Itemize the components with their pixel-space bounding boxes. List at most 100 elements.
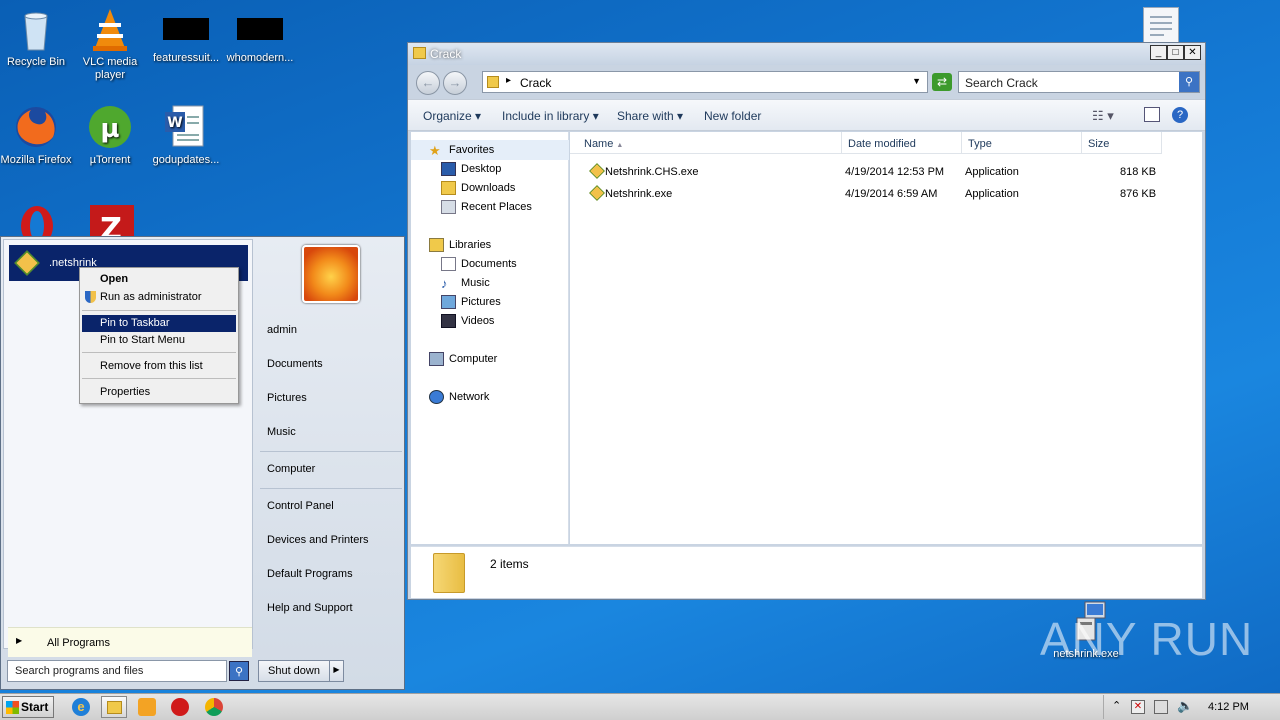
desktop-icon — [441, 162, 456, 176]
share-with-menu[interactable]: Share with ▾ — [617, 109, 683, 123]
organize-menu[interactable]: Organize ▾ — [423, 109, 481, 123]
nav-downloads[interactable]: Downloads — [441, 181, 515, 195]
nav-recent-places[interactable]: Recent Places — [441, 200, 532, 214]
videos-icon — [441, 314, 456, 328]
clock[interactable]: 4:12 PM — [1208, 701, 1249, 713]
search-input[interactable]: Search Crack ⚲ — [958, 71, 1200, 93]
maximize-button[interactable]: □ — [1167, 45, 1184, 60]
all-programs-button[interactable]: ▶ All Programs — [8, 627, 252, 657]
nav-music[interactable]: ♪ Music — [441, 276, 490, 291]
media-player-icon[interactable] — [138, 698, 156, 716]
desktop-icon-firefox[interactable]: Mozilla Firefox — [0, 104, 74, 167]
shutdown-options-arrow[interactable]: ▶ — [329, 660, 343, 682]
file-date: 4/19/2014 6:59 AM — [845, 188, 938, 200]
opera-desktop-icon[interactable] — [14, 203, 60, 236]
menu-item-open[interactable]: Open — [82, 271, 236, 288]
action-center-icon[interactable]: ✕ — [1131, 700, 1145, 714]
menu-item-pin-to-taskbar[interactable]: Pin to Taskbar — [82, 315, 236, 332]
user-avatar[interactable] — [302, 245, 360, 303]
internet-explorer-icon[interactable]: e — [72, 698, 90, 716]
start-item-music[interactable]: Music — [267, 426, 296, 438]
netshrink-program-icon — [14, 250, 40, 276]
address-box[interactable]: ▸ Crack ▼ — [482, 71, 928, 93]
start-item-documents[interactable]: Documents — [267, 358, 323, 370]
start-item-control-panel[interactable]: Control Panel — [267, 500, 334, 512]
libraries-icon — [429, 238, 444, 252]
explorer-window[interactable]: Crack _ □ ✕ ← → ▸ Crack ▼ ⇄ Search Crack… — [407, 42, 1206, 600]
volume-icon[interactable]: 🔈 — [1177, 698, 1193, 714]
explorer-titlebar[interactable]: Crack _ □ ✕ — [408, 43, 1205, 65]
file-row[interactable]: Netshrink.CHS.exe 4/19/2014 12:53 PM App… — [586, 162, 1196, 182]
nav-favorites[interactable]: ★ Favorites — [429, 143, 494, 158]
start-item-default-programs[interactable]: Default Programs — [267, 568, 353, 580]
desktop-icon-utorrent[interactable]: µ µTorrent — [72, 104, 148, 167]
help-icon[interactable]: ? — [1172, 107, 1188, 123]
document-desktop-icon[interactable] — [1143, 7, 1179, 43]
preview-pane-icon[interactable] — [1144, 107, 1160, 122]
divider — [260, 488, 402, 489]
desktop-icon-label: whomodern... — [226, 52, 294, 64]
desktop-icon-label: Recycle Bin — [6, 56, 66, 68]
nav-pictures[interactable]: Pictures — [441, 295, 501, 309]
column-header-size[interactable]: Size — [1082, 132, 1162, 154]
menu-item-pin-to-start-menu[interactable]: Pin to Start Menu — [82, 332, 236, 349]
start-item-help-support[interactable]: Help and Support — [267, 602, 353, 614]
music-icon: ♪ — [441, 276, 448, 291]
network-tray-icon[interactable] — [1154, 700, 1168, 714]
utorrent-icon: µ — [87, 104, 133, 150]
desktop-icon-recycle-bin[interactable]: Recycle Bin — [0, 6, 74, 69]
nav-libraries[interactable]: Libraries — [429, 238, 491, 252]
sort-ascending-icon: ▲ — [616, 142, 624, 149]
nav-computer[interactable]: Computer — [429, 352, 497, 366]
network-icon — [429, 390, 444, 404]
address-crumb[interactable]: Crack — [520, 76, 551, 90]
refresh-icon[interactable]: ⇄ — [932, 73, 952, 91]
computer-icon — [429, 352, 444, 366]
nav-desktop[interactable]: Desktop — [441, 162, 501, 176]
menu-item-run-as-admin[interactable]: Run as administrator — [82, 289, 236, 306]
nav-documents[interactable]: Documents — [441, 257, 517, 271]
menu-item-properties[interactable]: Properties — [82, 384, 236, 401]
firefox-icon — [13, 104, 59, 150]
chevron-right-icon[interactable]: ▸ — [506, 75, 511, 86]
start-item-pictures[interactable]: Pictures — [267, 392, 307, 404]
start-label: Start — [21, 700, 49, 714]
search-icon[interactable]: ⚲ — [1179, 72, 1199, 92]
menu-item-remove-from-list[interactable]: Remove from this list — [82, 358, 236, 375]
back-button[interactable]: ← — [416, 71, 440, 95]
file-row[interactable]: Netshrink.exe 4/19/2014 6:59 AM Applicat… — [586, 184, 1196, 204]
forward-button[interactable]: → — [443, 71, 467, 95]
start-item-devices-printers[interactable]: Devices and Printers — [267, 534, 369, 546]
column-header-type[interactable]: Type — [962, 132, 1082, 154]
minimize-button[interactable]: _ — [1150, 45, 1167, 60]
nav-videos[interactable]: Videos — [441, 314, 494, 328]
opera-icon[interactable] — [171, 698, 189, 716]
desktop-icon-vlc[interactable]: VLC media player — [72, 6, 148, 82]
start-item-computer[interactable]: Computer — [267, 463, 315, 475]
start-button[interactable]: Start — [2, 696, 54, 718]
desktop-icon-godupdates[interactable]: W godupdates... — [148, 104, 224, 167]
view-options-icon[interactable]: ☷ ▾ — [1092, 108, 1114, 124]
start-item-admin[interactable]: admin — [267, 324, 297, 336]
file-explorer-taskbar-button[interactable] — [101, 696, 127, 718]
desktop-icon-featuressuit[interactable]: featuressuit... — [148, 6, 224, 65]
close-button[interactable]: ✕ — [1184, 45, 1201, 60]
new-folder-button[interactable]: New folder — [704, 109, 761, 123]
folder-icon — [413, 47, 426, 59]
start-search-icon[interactable]: ⚲ — [229, 661, 249, 681]
chrome-icon[interactable] — [205, 698, 223, 716]
navigation-pane: ★ Favorites Desktop Downloads Recent Plac… — [411, 132, 569, 544]
nav-label: Computer — [449, 353, 498, 365]
file-size: 818 KB — [1120, 166, 1157, 178]
column-header-name[interactable]: Name ▲ — [570, 132, 842, 154]
show-hidden-icons-arrow[interactable]: ⌃ — [1112, 699, 1121, 712]
nav-network[interactable]: Network — [429, 390, 489, 404]
shutdown-button[interactable]: Shut down ▶ — [258, 660, 344, 682]
filezilla-desktop-icon[interactable]: Z — [88, 203, 134, 236]
column-header-date[interactable]: Date modified — [842, 132, 962, 154]
chevron-down-icon[interactable]: ▼ — [912, 76, 921, 86]
include-in-library-menu[interactable]: Include in library ▾ — [502, 109, 599, 123]
file-list: Name ▲ Date modified Type Size Netshrink… — [570, 132, 1202, 544]
desktop-icon-whomodern[interactable]: whomodern... — [222, 6, 298, 65]
start-search-input[interactable]: Search programs and files — [7, 660, 227, 682]
